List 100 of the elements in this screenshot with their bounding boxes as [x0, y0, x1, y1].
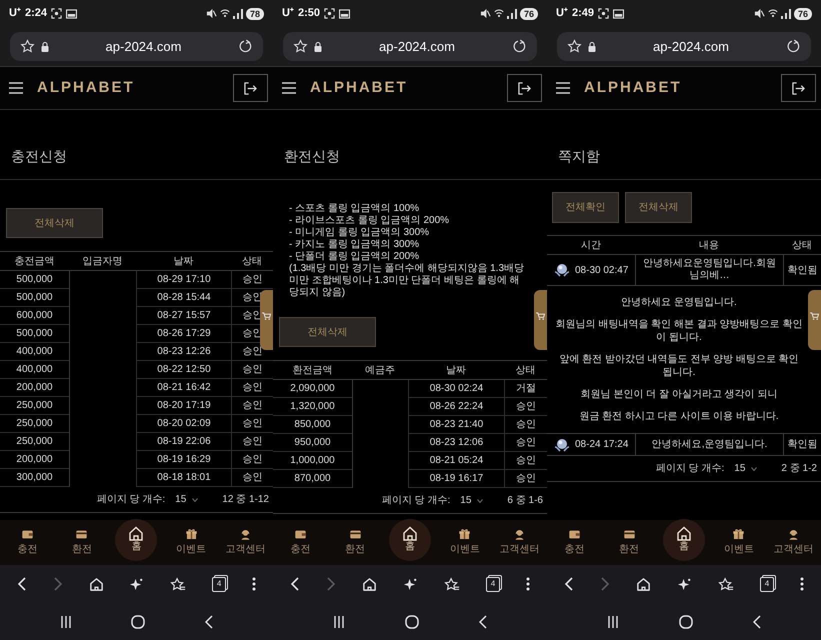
- address-bar[interactable]: ap-2024.com: [10, 32, 263, 61]
- home-icon[interactable]: [636, 576, 651, 592]
- nav-button[interactable]: 이벤트: [176, 528, 206, 557]
- home-icon: [676, 526, 692, 541]
- address-bar[interactable]: ap-2024.com: [283, 32, 537, 61]
- back-icon[interactable]: [753, 614, 761, 628]
- nav-button[interactable]: 이벤트: [450, 528, 480, 557]
- more-icon[interactable]: [800, 577, 804, 591]
- table-cell-text: 08-30 02:47: [575, 264, 628, 278]
- caret-icon: [751, 466, 758, 470]
- home-nav-button[interactable]: 홈: [388, 518, 431, 560]
- nav-button[interactable]: 환전: [619, 528, 640, 557]
- wifi-icon: [220, 8, 230, 19]
- sparkle-icon[interactable]: [677, 576, 692, 592]
- caret-icon: [477, 498, 484, 502]
- reload-icon[interactable]: [238, 39, 253, 54]
- back-icon[interactable]: [479, 614, 487, 628]
- nav-button[interactable]: 고객센터: [226, 528, 266, 557]
- more-icon[interactable]: [252, 577, 256, 591]
- cart-tab[interactable]: [260, 290, 273, 350]
- table-cell: 08-28 15:44: [136, 289, 231, 307]
- menu-icon[interactable]: [556, 82, 570, 94]
- lock-icon: [588, 42, 596, 52]
- bookmarks-icon[interactable]: [170, 576, 186, 592]
- back-icon[interactable]: [205, 614, 214, 628]
- recent-apps-icon[interactable]: [607, 616, 619, 628]
- nav-button[interactable]: 환전: [72, 528, 92, 557]
- table-cell: 08-19 16:29: [136, 451, 231, 469]
- cart-tab[interactable]: [808, 290, 821, 350]
- table-cell: 250,000: [0, 415, 69, 433]
- recent-apps-icon[interactable]: [60, 616, 72, 628]
- tabs-button[interactable]: 4: [212, 576, 226, 592]
- wifi-icon: [768, 8, 778, 19]
- home-nav-button[interactable]: 홈: [115, 518, 158, 560]
- logout-button[interactable]: [781, 74, 816, 102]
- action-button[interactable]: 전체확인: [552, 192, 619, 223]
- home-icon[interactable]: [679, 614, 693, 628]
- reload-icon[interactable]: [786, 39, 801, 54]
- home-icon: [128, 526, 144, 541]
- message-subject[interactable]: 안녕하세요,운영팀입니다.: [635, 434, 783, 455]
- tabs-button[interactable]: 4: [760, 576, 774, 592]
- screenshot-icon: [50, 8, 62, 19]
- logout-button[interactable]: [507, 74, 542, 102]
- cart-tab[interactable]: [534, 290, 547, 350]
- star-icon[interactable]: [567, 39, 582, 54]
- action-button[interactable]: 전체삭제: [625, 192, 692, 223]
- more-icon[interactable]: [526, 577, 530, 591]
- screenshot-icon: [324, 8, 335, 19]
- menu-icon[interactable]: [282, 82, 296, 94]
- table-cell: 250,000: [0, 433, 69, 451]
- sparkle-icon[interactable]: [129, 576, 144, 592]
- gallery-icon: [338, 8, 350, 18]
- nav-button[interactable]: 이벤트: [724, 528, 754, 557]
- menu-icon[interactable]: [9, 82, 23, 94]
- nav-button[interactable]: 고객센터: [774, 528, 814, 557]
- recent-apps-icon[interactable]: [333, 616, 345, 628]
- wallet-icon: [568, 528, 581, 541]
- message-subject[interactable]: 안녕하세요운영팀입니다.회원님의베…: [635, 255, 783, 285]
- tabs-button[interactable]: 4: [486, 576, 500, 592]
- bookmarks-icon[interactable]: [444, 576, 460, 592]
- page-size-select[interactable]: 15: [175, 492, 198, 507]
- home-icon[interactable]: [405, 614, 419, 628]
- back-icon[interactable]: [564, 577, 574, 591]
- table-cell: 08-26 22:24: [408, 398, 504, 416]
- table-cell: 08-29 17:10: [136, 271, 231, 289]
- logout-button[interactable]: [233, 74, 268, 102]
- carrier-label: U⁺: [9, 6, 21, 22]
- action-button[interactable]: 전체삭제: [279, 317, 376, 347]
- message-text: 원금 환전 하시고 다른 사이트 이용 바랍니다.: [578, 410, 780, 423]
- bookmarks-icon[interactable]: [718, 576, 734, 592]
- table-cell: 300,000: [0, 469, 69, 487]
- home-icon[interactable]: [131, 614, 146, 628]
- reload-icon[interactable]: [512, 39, 527, 54]
- home-icon[interactable]: [88, 576, 104, 592]
- nav-button[interactable]: 고객센터: [500, 528, 540, 557]
- address-bar[interactable]: ap-2024.com: [557, 32, 811, 61]
- table-cell: 08-27 15:57: [136, 307, 231, 325]
- table-cell: 확인됨: [783, 255, 821, 285]
- page-size-select[interactable]: 15: [460, 493, 484, 508]
- nav-button[interactable]: 충전: [17, 528, 38, 557]
- action-button[interactable]: 전체삭제: [6, 208, 103, 238]
- url-text: ap-2024.com: [378, 38, 456, 56]
- caret-icon: [192, 498, 198, 502]
- star-icon[interactable]: [20, 39, 35, 54]
- table-cell: 2,090,000: [273, 380, 352, 398]
- sparkle-icon[interactable]: [403, 576, 418, 592]
- page-size-select[interactable]: 15: [734, 461, 758, 476]
- table-cell: 08-20 17:19: [136, 397, 231, 415]
- star-icon[interactable]: [293, 39, 308, 54]
- back-icon[interactable]: [16, 577, 27, 591]
- home-nav-button[interactable]: 홈: [662, 518, 705, 560]
- table-cell: 500,000: [0, 271, 69, 289]
- nav-button[interactable]: 충전: [290, 528, 310, 557]
- table-cell: 1,320,000: [273, 398, 352, 416]
- nav-button[interactable]: 충전: [564, 528, 584, 557]
- page-title: 충전신청: [11, 147, 67, 166]
- nav-button[interactable]: 환전: [345, 528, 366, 557]
- clock-time: 2:24: [24, 6, 47, 22]
- home-icon[interactable]: [362, 576, 377, 592]
- back-icon[interactable]: [290, 577, 300, 591]
